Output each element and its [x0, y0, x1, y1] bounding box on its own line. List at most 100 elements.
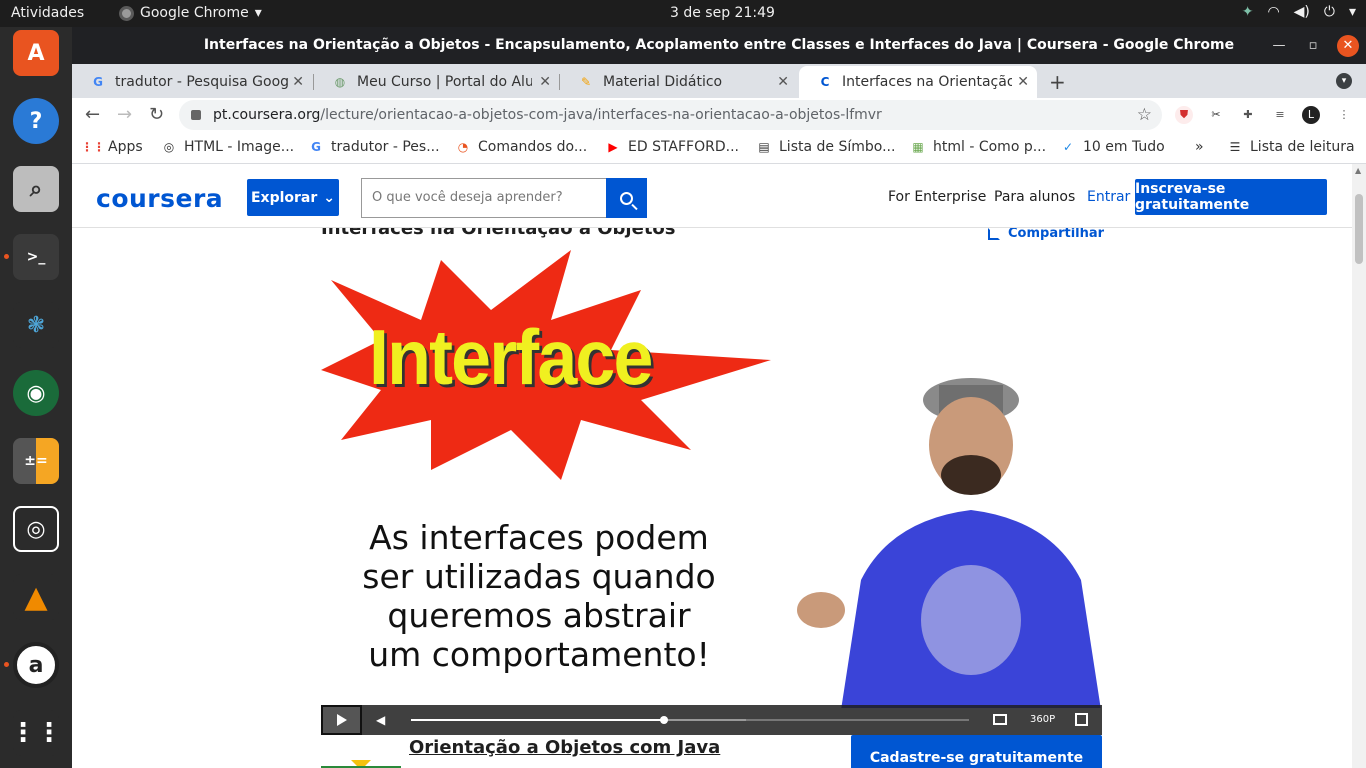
running-indicator: [4, 662, 9, 667]
app-menu-label: Google Chrome: [140, 5, 249, 21]
system-tray[interactable]: ✦ ◠ ◀) ⏻ ▾: [1242, 4, 1356, 20]
puzzle-icon[interactable]: ✚: [1239, 106, 1257, 124]
progress-bar[interactable]: [411, 716, 969, 724]
coursera-header: coursera Explorar ⌄ O que você deseja apr…: [72, 164, 1352, 228]
entrar-link[interactable]: Entrar: [1087, 189, 1130, 205]
address-bar[interactable]: pt.coursera.org/lecture/orientacao-a-obj…: [179, 100, 1162, 130]
close-icon[interactable]: ✕: [1017, 74, 1029, 90]
app-menu[interactable]: Google Chrome ▾: [119, 5, 262, 21]
apps-grid-icon: ⋮⋮: [81, 140, 105, 154]
forward-icon[interactable]: →: [117, 104, 132, 125]
share-button[interactable]: Compartilhar: [988, 226, 1104, 241]
window-title: Interfaces na Orientação a Objetos - Enc…: [203, 37, 1235, 53]
close-icon[interactable]: ✕: [292, 74, 304, 90]
search-button[interactable]: [606, 178, 647, 218]
wifi-icon[interactable]: ◠: [1267, 4, 1279, 20]
calculator-icon[interactable]: ±=: [13, 438, 59, 484]
chevron-down-icon: ⌄: [323, 189, 336, 206]
activities-button[interactable]: Atividades: [11, 5, 84, 21]
more-bookmarks-icon[interactable]: »: [1195, 139, 1204, 155]
google-icon: G: [93, 75, 103, 89]
show-apps-grid-icon[interactable]: ⋮⋮: [10, 710, 62, 756]
volume-icon[interactable]: ◀): [1294, 4, 1310, 20]
tab-search-icon[interactable]: ▾: [1336, 73, 1352, 89]
signup-button[interactable]: Inscreva-se gratuitamente: [1135, 179, 1327, 215]
scrubber-handle[interactable]: [660, 716, 669, 724]
scrollbar-thumb[interactable]: [1355, 194, 1363, 264]
new-tab-icon[interactable]: +: [1049, 70, 1066, 94]
shield-extension-icon[interactable]: ⛊: [1175, 106, 1193, 124]
bookmark-star-icon[interactable]: ☆: [1137, 105, 1152, 125]
tab-title: Material Didático: [603, 74, 723, 90]
camera-icon[interactable]: ◎: [13, 506, 59, 552]
close-icon[interactable]: ✕: [777, 74, 789, 90]
page-scrollbar[interactable]: ▲: [1352, 164, 1366, 768]
video-controls: ◀ 360P: [321, 705, 1102, 735]
captions-icon[interactable]: [993, 714, 1007, 725]
tab-strip: G tradutor - Pesquisa Googl ✕ ◍ Meu Curs…: [72, 64, 1366, 98]
inkscape-icon[interactable]: ❃: [13, 302, 59, 348]
maximize-icon[interactable]: ▫: [1302, 35, 1324, 57]
software-center-icon[interactable]: A: [13, 30, 59, 76]
search-input[interactable]: O que você deseja aprender?: [361, 178, 607, 218]
webcam-app-icon[interactable]: ◉: [13, 370, 59, 416]
extension-icon[interactable]: ✂: [1207, 106, 1225, 124]
coursera-icon: C: [820, 75, 830, 89]
image-viewer-icon[interactable]: ⌕: [13, 166, 59, 212]
window-titlebar[interactable]: Interfaces na Orientação a Objetos - Enc…: [72, 27, 1366, 64]
course-link[interactable]: Orientação a Objetos com Java: [409, 737, 720, 758]
bookmark-html-image[interactable]: ◎ HTML - Image...: [161, 139, 294, 155]
power-icon[interactable]: ⏻: [1324, 4, 1335, 20]
terminal-icon[interactable]: >_: [13, 234, 59, 280]
for-enterprise-link[interactable]: For Enterprise: [888, 189, 986, 205]
clock[interactable]: 3 de sep 21:49: [670, 5, 775, 21]
bookmark-tradutor[interactable]: Gtradutor - Pes...: [308, 139, 440, 155]
play-button[interactable]: [321, 705, 362, 735]
course-logo: [321, 760, 401, 768]
bookmark-html-como[interactable]: ▦ html - Como p...: [910, 139, 1046, 155]
tab-title: Interfaces na Orientação: [842, 74, 1012, 90]
quality-selector[interactable]: 360P: [1030, 714, 1055, 725]
bookmark-10-em-tudo[interactable]: ✓ 10 em Tudo: [1060, 139, 1165, 155]
running-indicator: [4, 254, 9, 259]
help-icon[interactable]: ?: [13, 98, 59, 144]
para-alunos-link[interactable]: Para alunos: [994, 189, 1075, 205]
video-caption: As interfaces podem ser utilizadas quand…: [362, 518, 716, 674]
tab-title: Meu Curso | Portal do Alu: [357, 74, 532, 90]
fullscreen-icon[interactable]: [1075, 713, 1088, 726]
tab-material-didatico[interactable]: ✎ Material Didático ✕: [560, 66, 797, 98]
tab-tradutor[interactable]: G tradutor - Pesquisa Googl ✕: [72, 66, 312, 98]
explore-button[interactable]: Explorar ⌄: [247, 179, 339, 216]
reading-list[interactable]: ☰ Lista de leitura: [1227, 139, 1355, 155]
video-player[interactable]: Interface As interfaces podem ser utiliz…: [321, 250, 1102, 708]
minimize-icon[interactable]: —: [1268, 35, 1290, 57]
scroll-up-icon[interactable]: ▲: [1355, 166, 1361, 175]
bookmark-comandos[interactable]: ◔ Comandos do...: [455, 139, 587, 155]
reload-icon[interactable]: ↻: [149, 104, 164, 125]
page-viewport: coursera Explorar ⌄ O que você deseja apr…: [72, 164, 1352, 768]
dock: A ? ⌕ >_ ❃ ◉ ±= ◎ ▲ a ⋮⋮: [0, 27, 72, 768]
chevron-down-icon[interactable]: ▾: [1349, 4, 1356, 20]
app-a-icon[interactable]: a: [13, 642, 59, 688]
menu-dots-icon[interactable]: ⋮: [1335, 106, 1353, 124]
bookmarks-bar: ⋮⋮ Apps ◎ HTML - Image... Gtradutor - Pes.…: [72, 133, 1366, 164]
media-control-icon[interactable]: ≡: [1271, 106, 1289, 124]
youtube-icon: ▶: [608, 140, 618, 154]
tray-app-icon[interactable]: ✦: [1242, 4, 1254, 20]
back-icon[interactable]: ←: [85, 104, 100, 125]
close-icon[interactable]: ✕: [539, 74, 551, 90]
close-icon[interactable]: ✕: [1337, 35, 1359, 57]
bookmark-lista-simbolos[interactable]: ▤ Lista de Símbo...: [756, 139, 895, 155]
bookmark-ed-stafford[interactable]: ▶ ED STAFFORD...: [605, 139, 739, 155]
tab-meu-curso[interactable]: ◍ Meu Curso | Portal do Alu ✕: [314, 66, 559, 98]
tab-title: tradutor - Pesquisa Googl: [115, 74, 290, 90]
lock-icon[interactable]: [191, 110, 201, 120]
vlc-icon[interactable]: ▲: [13, 574, 59, 620]
coursera-logo[interactable]: coursera: [96, 184, 223, 213]
tab-interfaces[interactable]: C Interfaces na Orientação ✕: [799, 66, 1037, 98]
stackoverflow-icon: ▦: [912, 140, 924, 154]
bookmark-apps[interactable]: ⋮⋮ Apps: [81, 139, 143, 155]
volume-icon[interactable]: ◀: [376, 713, 385, 727]
cadastre-button[interactable]: Cadastre-se gratuitamente: [851, 735, 1102, 768]
avatar[interactable]: L: [1302, 106, 1320, 124]
